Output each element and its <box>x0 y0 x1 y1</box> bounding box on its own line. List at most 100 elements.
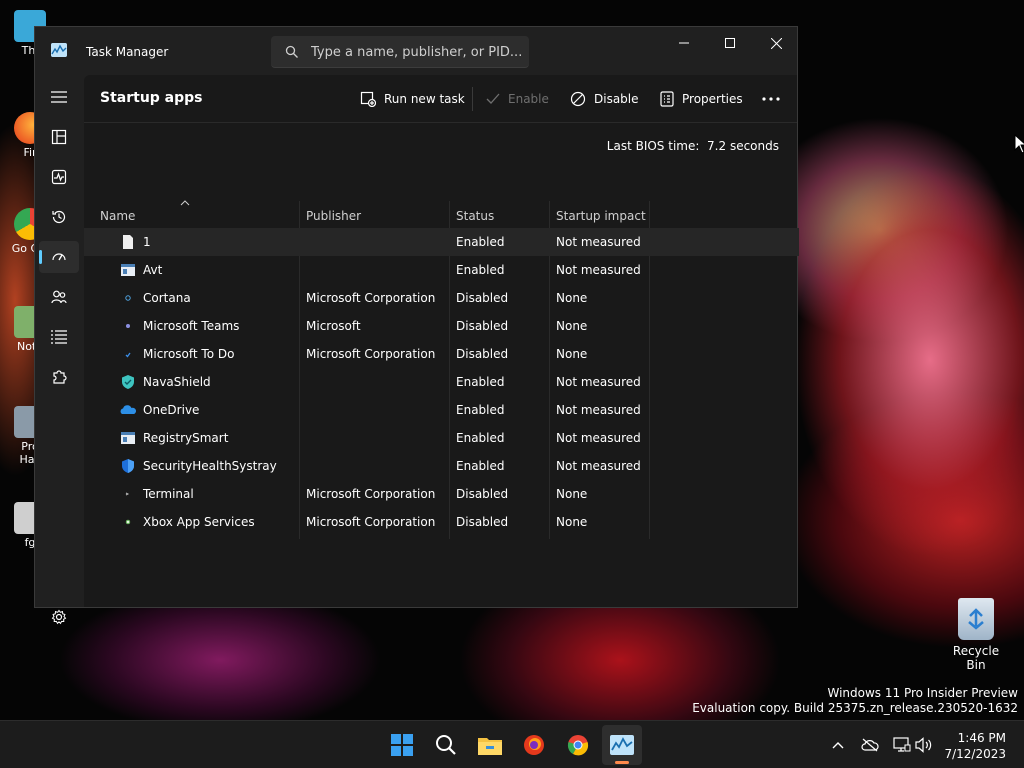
shield-icon <box>120 458 136 474</box>
properties-button[interactable]: Properties <box>660 87 743 111</box>
cell-name: 1 <box>143 235 151 249</box>
table-row[interactable]: OneDrive Enabled Not measured <box>84 396 799 424</box>
maximize-icon <box>725 38 735 48</box>
column-header-status[interactable]: Status <box>456 209 494 223</box>
add-task-icon <box>360 91 376 107</box>
disable-button[interactable]: Disable <box>570 87 639 111</box>
table-row[interactable]: Microsoft To Do Microsoft Corporation Disa… <box>84 340 799 368</box>
task-manager-icon <box>51 43 67 57</box>
app-window-icon <box>120 430 136 446</box>
cell-name: OneDrive <box>143 403 200 417</box>
search-box[interactable] <box>271 36 529 68</box>
table-row[interactable]: Terminal Microsoft Corporation Disabled Non… <box>84 480 799 508</box>
start-button[interactable] <box>382 725 422 765</box>
onedrive-tray-icon-button[interactable] <box>858 733 882 757</box>
file-icon <box>120 234 136 250</box>
close-button[interactable] <box>753 27 799 59</box>
table-row[interactable]: Microsoft Teams Microsoft Disabled None <box>84 312 799 340</box>
cell-publisher: Microsoft Corporation <box>306 515 436 529</box>
cell-name: NavaShield <box>143 375 211 389</box>
close-icon <box>770 37 782 49</box>
cell-name: SecurityHealthSystray <box>143 459 277 473</box>
table-row[interactable]: Xbox App Services Microsoft Corporation Di… <box>84 508 799 536</box>
last-bios-time: Last BIOS time: 7.2 seconds <box>606 139 779 153</box>
cell-startup-impact: Not measured <box>556 431 641 445</box>
hamburger-menu-button[interactable] <box>39 81 79 113</box>
column-header-name[interactable]: Name <box>100 209 135 223</box>
cell-startup-impact: Not measured <box>556 263 641 277</box>
cell-status: Enabled <box>456 431 505 445</box>
cell-publisher: Microsoft Corporation <box>306 291 436 305</box>
search-icon <box>285 45 298 58</box>
taskbar-firefox[interactable] <box>514 725 554 765</box>
taskbar-search-button[interactable] <box>426 725 466 765</box>
cell-name: Cortana <box>143 291 191 305</box>
run-new-task-button[interactable]: Run new task <box>360 87 465 111</box>
history-icon <box>52 210 66 224</box>
column-header-publisher[interactable]: Publisher <box>306 209 361 223</box>
nav-processes[interactable] <box>39 121 79 153</box>
hamburger-icon <box>51 91 67 103</box>
search-input[interactable] <box>311 36 521 68</box>
speedometer-icon <box>52 253 66 261</box>
network-icon <box>893 737 911 752</box>
cloud-off-icon <box>861 738 879 752</box>
cell-startup-impact: None <box>556 319 588 333</box>
taskbar-task-manager[interactable] <box>602 725 642 765</box>
nav-performance[interactable] <box>39 161 79 193</box>
enable-button[interactable]: Enable <box>486 87 549 111</box>
xbox-icon <box>120 514 136 530</box>
cell-startup-impact: None <box>556 515 588 529</box>
nav-services[interactable] <box>39 361 79 393</box>
recycle-bin-label: Recycle Bin <box>952 644 1000 672</box>
system-clock[interactable]: 1:46 PM 7/12/2023 <box>944 730 1006 762</box>
table-row[interactable]: NavaShield Enabled Not measured <box>84 368 799 396</box>
title-bar[interactable]: Task Manager <box>35 27 797 75</box>
taskbar-chrome[interactable] <box>558 725 598 765</box>
more-icon <box>762 97 780 101</box>
task-manager-icon <box>610 735 634 755</box>
desktop-icon-recycle-bin[interactable]: Recycle Bin <box>944 598 1008 672</box>
network-button[interactable] <box>890 733 914 757</box>
cell-status: Disabled <box>456 515 509 529</box>
minimize-button[interactable] <box>661 27 707 59</box>
nav-startup-apps[interactable] <box>39 241 79 273</box>
chevron-up-icon <box>832 742 844 749</box>
gear-icon <box>51 609 67 625</box>
table-row[interactable]: 1 Enabled Not measured <box>84 228 799 256</box>
clock-time: 1:46 PM <box>957 731 1006 745</box>
cell-startup-impact: None <box>556 347 588 361</box>
chrome-icon <box>567 735 589 756</box>
teams-icon <box>120 318 136 334</box>
cell-startup-impact: Not measured <box>556 375 641 389</box>
nav-app-history[interactable] <box>39 201 79 233</box>
taskbar-file-explorer[interactable] <box>470 725 510 765</box>
cell-name: Avt <box>143 263 163 277</box>
folder-icon <box>478 738 502 755</box>
taskbar: 1:46 PM 7/12/2023 <box>0 720 1024 768</box>
onedrive-icon <box>120 402 136 418</box>
todo-icon <box>120 346 136 362</box>
sort-ascending-icon <box>180 200 190 206</box>
minimize-icon <box>679 42 689 44</box>
table-row[interactable]: RegistrySmart Enabled Not measured <box>84 424 799 452</box>
nav-details[interactable] <box>39 321 79 353</box>
search-icon <box>436 735 456 755</box>
column-header-startup-impact[interactable]: Startup impact <box>556 209 646 223</box>
more-options-button[interactable] <box>762 87 780 111</box>
nav-users[interactable] <box>39 281 79 313</box>
volume-button[interactable] <box>912 733 936 757</box>
cell-startup-impact: Not measured <box>556 459 641 473</box>
table-row[interactable]: Avt Enabled Not measured <box>84 256 799 284</box>
table-row[interactable]: SecurityHealthSystray Enabled Not measured <box>84 452 799 480</box>
navigation-sidebar <box>35 75 83 625</box>
maximize-button[interactable] <box>707 27 753 59</box>
cell-startup-impact: None <box>556 487 588 501</box>
show-hidden-icons-button[interactable] <box>826 733 850 757</box>
window-title: Task Manager <box>86 45 169 59</box>
command-bar: Startup apps Run new task Enable Disable… <box>84 75 797 123</box>
cell-name: RegistrySmart <box>143 431 229 445</box>
app-window-icon <box>120 262 136 278</box>
table-row[interactable]: Cortana Microsoft Corporation Disabled None <box>84 284 799 312</box>
nav-settings[interactable] <box>39 601 79 633</box>
